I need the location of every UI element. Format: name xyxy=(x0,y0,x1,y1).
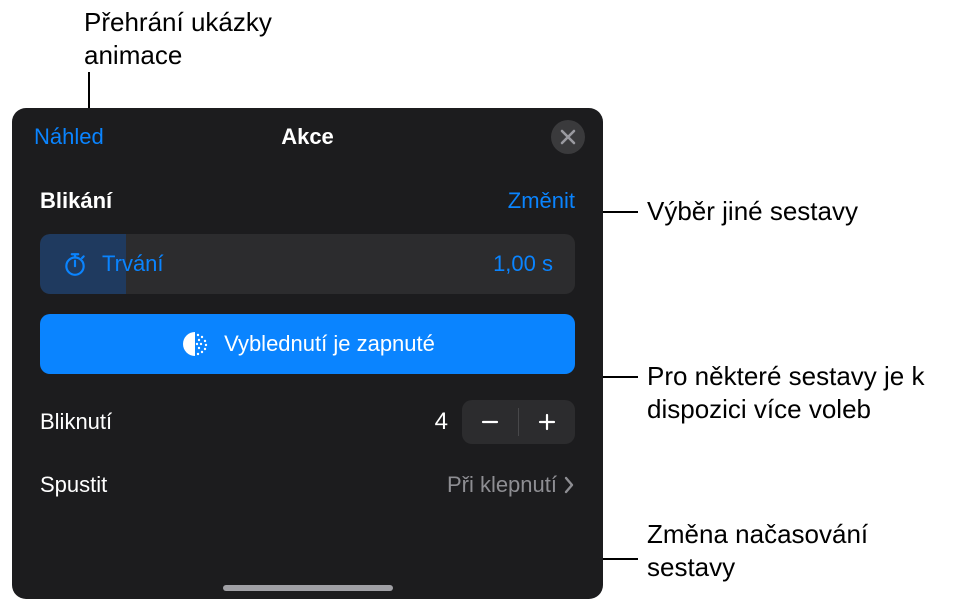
blink-value: 4 xyxy=(435,408,448,436)
blink-stepper xyxy=(462,400,575,444)
stopwatch-icon xyxy=(62,251,88,277)
duration-slider[interactable]: Trvání 1,00 s xyxy=(40,234,575,294)
stepper-minus-button[interactable] xyxy=(462,400,518,444)
plus-icon xyxy=(537,412,557,432)
close-icon xyxy=(560,129,576,145)
callout-start: Změna načasování sestavy xyxy=(647,518,927,583)
duration-label: Trvání xyxy=(102,251,164,277)
duration-value: 1,00 s xyxy=(493,251,553,277)
minus-icon xyxy=(480,412,500,432)
fade-label: Vyblednutí je zapnuté xyxy=(224,331,435,357)
preview-link[interactable]: Náhled xyxy=(34,124,104,150)
start-value: Při klepnutí xyxy=(447,472,575,498)
blink-label: Bliknutí xyxy=(40,409,112,435)
actions-panel: Náhled Akce Blikání Změnit Trvání 1,00 s xyxy=(12,108,603,599)
section-row: Blikání Změnit xyxy=(12,166,603,232)
stepper-plus-button[interactable] xyxy=(519,400,575,444)
fade-icon xyxy=(180,329,210,359)
callout-preview: Přehrání ukázky animace xyxy=(84,6,344,71)
start-value-text: Při klepnutí xyxy=(447,472,557,498)
callout-change: Výběr jiné sestavy xyxy=(647,195,858,228)
change-link[interactable]: Změnit xyxy=(508,188,575,214)
panel-title: Akce xyxy=(281,124,334,150)
close-button[interactable] xyxy=(551,120,585,154)
home-indicator xyxy=(223,585,393,591)
blink-row: Bliknutí 4 xyxy=(12,374,603,444)
fade-toggle-button[interactable]: Vyblednutí je zapnuté xyxy=(40,314,575,374)
section-title: Blikání xyxy=(40,188,112,214)
start-label: Spustit xyxy=(40,472,107,498)
chevron-right-icon xyxy=(563,476,575,494)
panel-header: Náhled Akce xyxy=(12,108,603,166)
start-row[interactable]: Spustit Při klepnutí xyxy=(12,444,603,498)
callout-fade: Pro některé sestavy je k dispozici více … xyxy=(647,360,947,425)
